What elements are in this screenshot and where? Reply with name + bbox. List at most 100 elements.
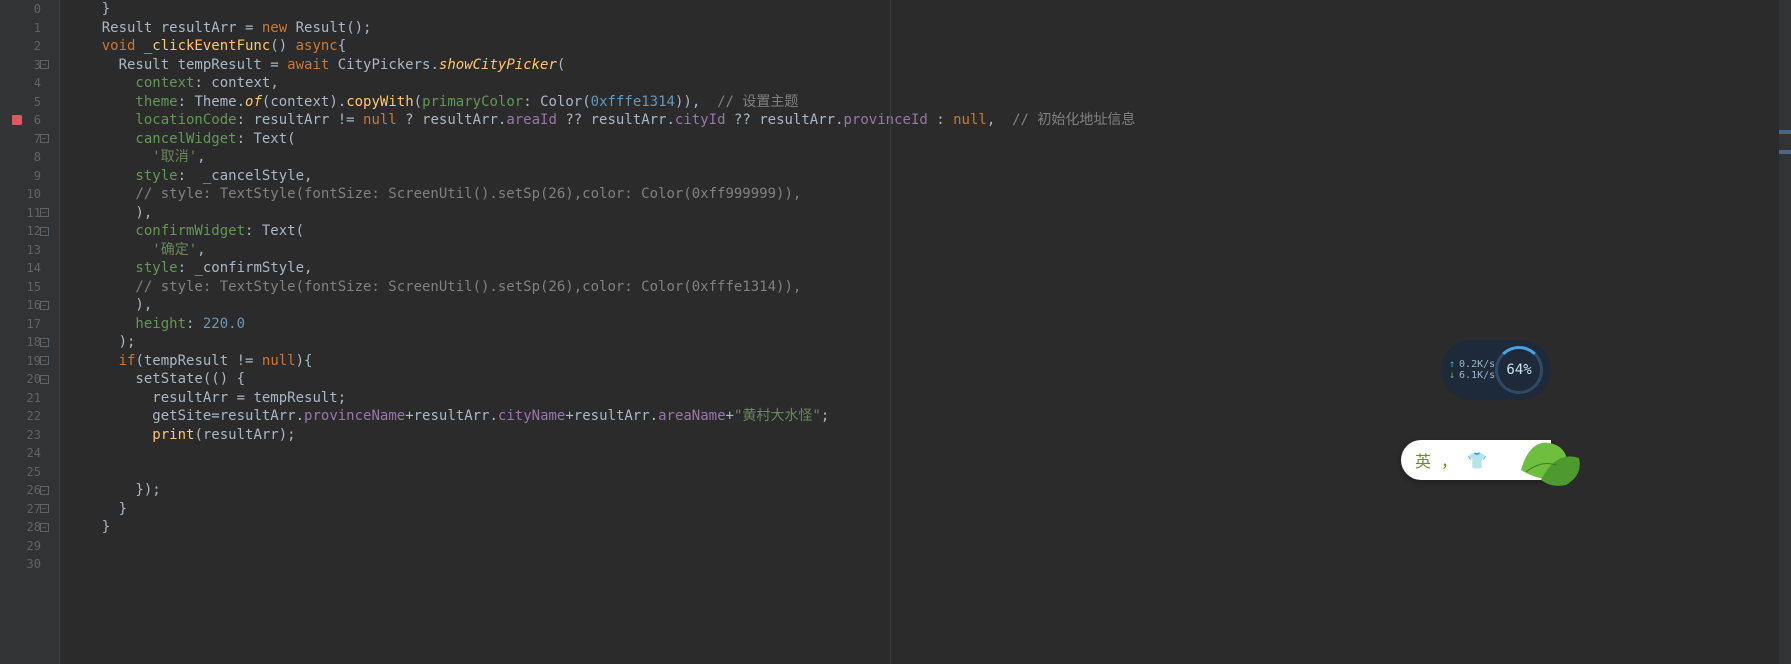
gutter-line[interactable]: 13: [0, 241, 59, 260]
ime-language[interactable]: 英: [1415, 448, 1431, 472]
gutter-line[interactable]: 1: [0, 19, 59, 38]
token-id: setState: [68, 371, 203, 387]
code-line[interactable]: void _clickEventFunc() async{: [60, 37, 1791, 56]
code-line[interactable]: '取消',: [60, 148, 1791, 167]
gutter-line[interactable]: 17: [0, 315, 59, 334]
token-param: context: [68, 75, 194, 91]
token-paren: ),: [68, 205, 152, 221]
fold-toggle[interactable]: −: [38, 370, 50, 389]
gutter-line[interactable]: 12−: [0, 222, 59, 241]
gutter-line[interactable]: 25: [0, 463, 59, 482]
fold-toggle[interactable]: −: [38, 352, 50, 371]
gutter-line[interactable]: 8: [0, 148, 59, 167]
code-line[interactable]: style: _confirmStyle,: [60, 259, 1791, 278]
code-line[interactable]: ),: [60, 204, 1791, 223]
gutter-line[interactable]: 10: [0, 185, 59, 204]
code-line[interactable]: // style: TextStyle(fontSize: ScreenUtil…: [60, 278, 1791, 297]
token-paren: {: [338, 38, 346, 54]
code-line[interactable]: }: [60, 518, 1791, 537]
token-paren: ,: [270, 75, 278, 91]
gutter-line[interactable]: 28−: [0, 518, 59, 537]
token-kw: null: [262, 353, 296, 369]
gutter-line[interactable]: 15: [0, 278, 59, 297]
gutter-line[interactable]: 6: [0, 111, 59, 130]
shirt-icon[interactable]: 👕: [1467, 451, 1487, 470]
gutter-line[interactable]: 26−: [0, 481, 59, 500]
gutter-line[interactable]: 19−: [0, 352, 59, 371]
gutter-line[interactable]: 18−: [0, 333, 59, 352]
token-paren: (: [135, 353, 143, 369]
gutter-line[interactable]: 3−: [0, 56, 59, 75]
code-line[interactable]: height: 220.0: [60, 315, 1791, 334]
gutter-line[interactable]: 16−: [0, 296, 59, 315]
token-paren: ): [296, 353, 304, 369]
gutter-line[interactable]: 30: [0, 555, 59, 574]
gutter-line[interactable]: 27−: [0, 500, 59, 519]
gutter[interactable]: 0123−4567−891011−12−13141516−1718−19−20−…: [0, 0, 60, 664]
token-id: resultArr: [220, 408, 296, 424]
gutter-line[interactable]: 7−: [0, 130, 59, 149]
code-line[interactable]: }: [60, 500, 1791, 519]
ime-punct[interactable]: ，: [1441, 448, 1457, 472]
code-line[interactable]: theme: Theme.of(context).copyWith(primar…: [60, 93, 1791, 112]
code-line[interactable]: getSite=resultArr.provinceName+resultArr…: [60, 407, 1791, 426]
gutter-line[interactable]: 20−: [0, 370, 59, 389]
gutter-line[interactable]: 21: [0, 389, 59, 408]
gutter-line[interactable]: 14: [0, 259, 59, 278]
code-line[interactable]: '确定',: [60, 241, 1791, 260]
fold-toggle[interactable]: −: [38, 500, 50, 519]
code-line[interactable]: [60, 537, 1791, 556]
code-line[interactable]: Result tempResult = await CityPickers.sh…: [60, 56, 1791, 75]
token-id: resultArr: [422, 112, 498, 128]
token-num: 220.0: [203, 316, 245, 332]
token-kw: if: [68, 353, 135, 369]
gutter-line[interactable]: 11−: [0, 204, 59, 223]
gutter-line[interactable]: 2: [0, 37, 59, 56]
fold-toggle[interactable]: −: [38, 56, 50, 75]
token-op: .: [489, 408, 497, 424]
code-line[interactable]: confirmWidget: Text(: [60, 222, 1791, 241]
fold-toggle[interactable]: −: [38, 518, 50, 537]
gutter-line[interactable]: 9: [0, 167, 59, 186]
code-line[interactable]: Result resultArr = new Result();: [60, 19, 1791, 38]
gutter-line[interactable]: 29: [0, 537, 59, 556]
code-line[interactable]: [60, 555, 1791, 574]
gutter-line[interactable]: 5: [0, 93, 59, 112]
gutter-line[interactable]: 23: [0, 426, 59, 445]
fold-toggle[interactable]: −: [38, 222, 50, 241]
code-line[interactable]: }: [60, 0, 1791, 19]
token-param: cancelWidget: [68, 131, 237, 147]
token-op: :: [178, 168, 203, 184]
token-paren: }: [68, 1, 110, 17]
token-comment: // style: TextStyle(fontSize: ScreenUtil…: [68, 186, 801, 202]
code-line[interactable]: locationCode: resultArr != null ? result…: [60, 111, 1791, 130]
token-paren: (() {: [203, 371, 245, 387]
fold-toggle[interactable]: −: [38, 296, 50, 315]
token-field: cityId: [675, 112, 726, 128]
code-line[interactable]: ),: [60, 296, 1791, 315]
token-comment: // 初始化地址信息: [1012, 112, 1135, 128]
token-method-italic: showCityPicker: [439, 57, 557, 73]
vertical-scrollbar[interactable]: [1779, 0, 1791, 664]
fold-toggle[interactable]: −: [38, 333, 50, 352]
code-line[interactable]: // style: TextStyle(fontSize: ScreenUtil…: [60, 185, 1791, 204]
fold-toggle[interactable]: −: [38, 130, 50, 149]
code-line[interactable]: cancelWidget: Text(: [60, 130, 1791, 149]
code-line[interactable]: context: context,: [60, 74, 1791, 93]
fold-toggle[interactable]: −: [38, 481, 50, 500]
gutter-line[interactable]: 0: [0, 0, 59, 19]
token-field: cityName: [498, 408, 565, 424]
token-method-italic: of: [245, 94, 262, 110]
ime-toolbar[interactable]: 英 ， 👕: [1401, 440, 1551, 480]
code-editor[interactable]: } Result resultArr = new Result(); void …: [60, 0, 1791, 664]
gutter-line[interactable]: 4: [0, 74, 59, 93]
gutter-line[interactable]: 22: [0, 407, 59, 426]
network-monitor-widget[interactable]: ↑0.2K/s ↓6.1K/s 64%: [1441, 340, 1551, 400]
token-op: :: [186, 316, 203, 332]
code-line[interactable]: style: _cancelStyle,: [60, 167, 1791, 186]
token-op: +: [565, 408, 573, 424]
leaf-decoration: [1511, 430, 1581, 490]
breakpoint-marker[interactable]: [12, 115, 22, 125]
gutter-line[interactable]: 24: [0, 444, 59, 463]
fold-toggle[interactable]: −: [38, 204, 50, 223]
